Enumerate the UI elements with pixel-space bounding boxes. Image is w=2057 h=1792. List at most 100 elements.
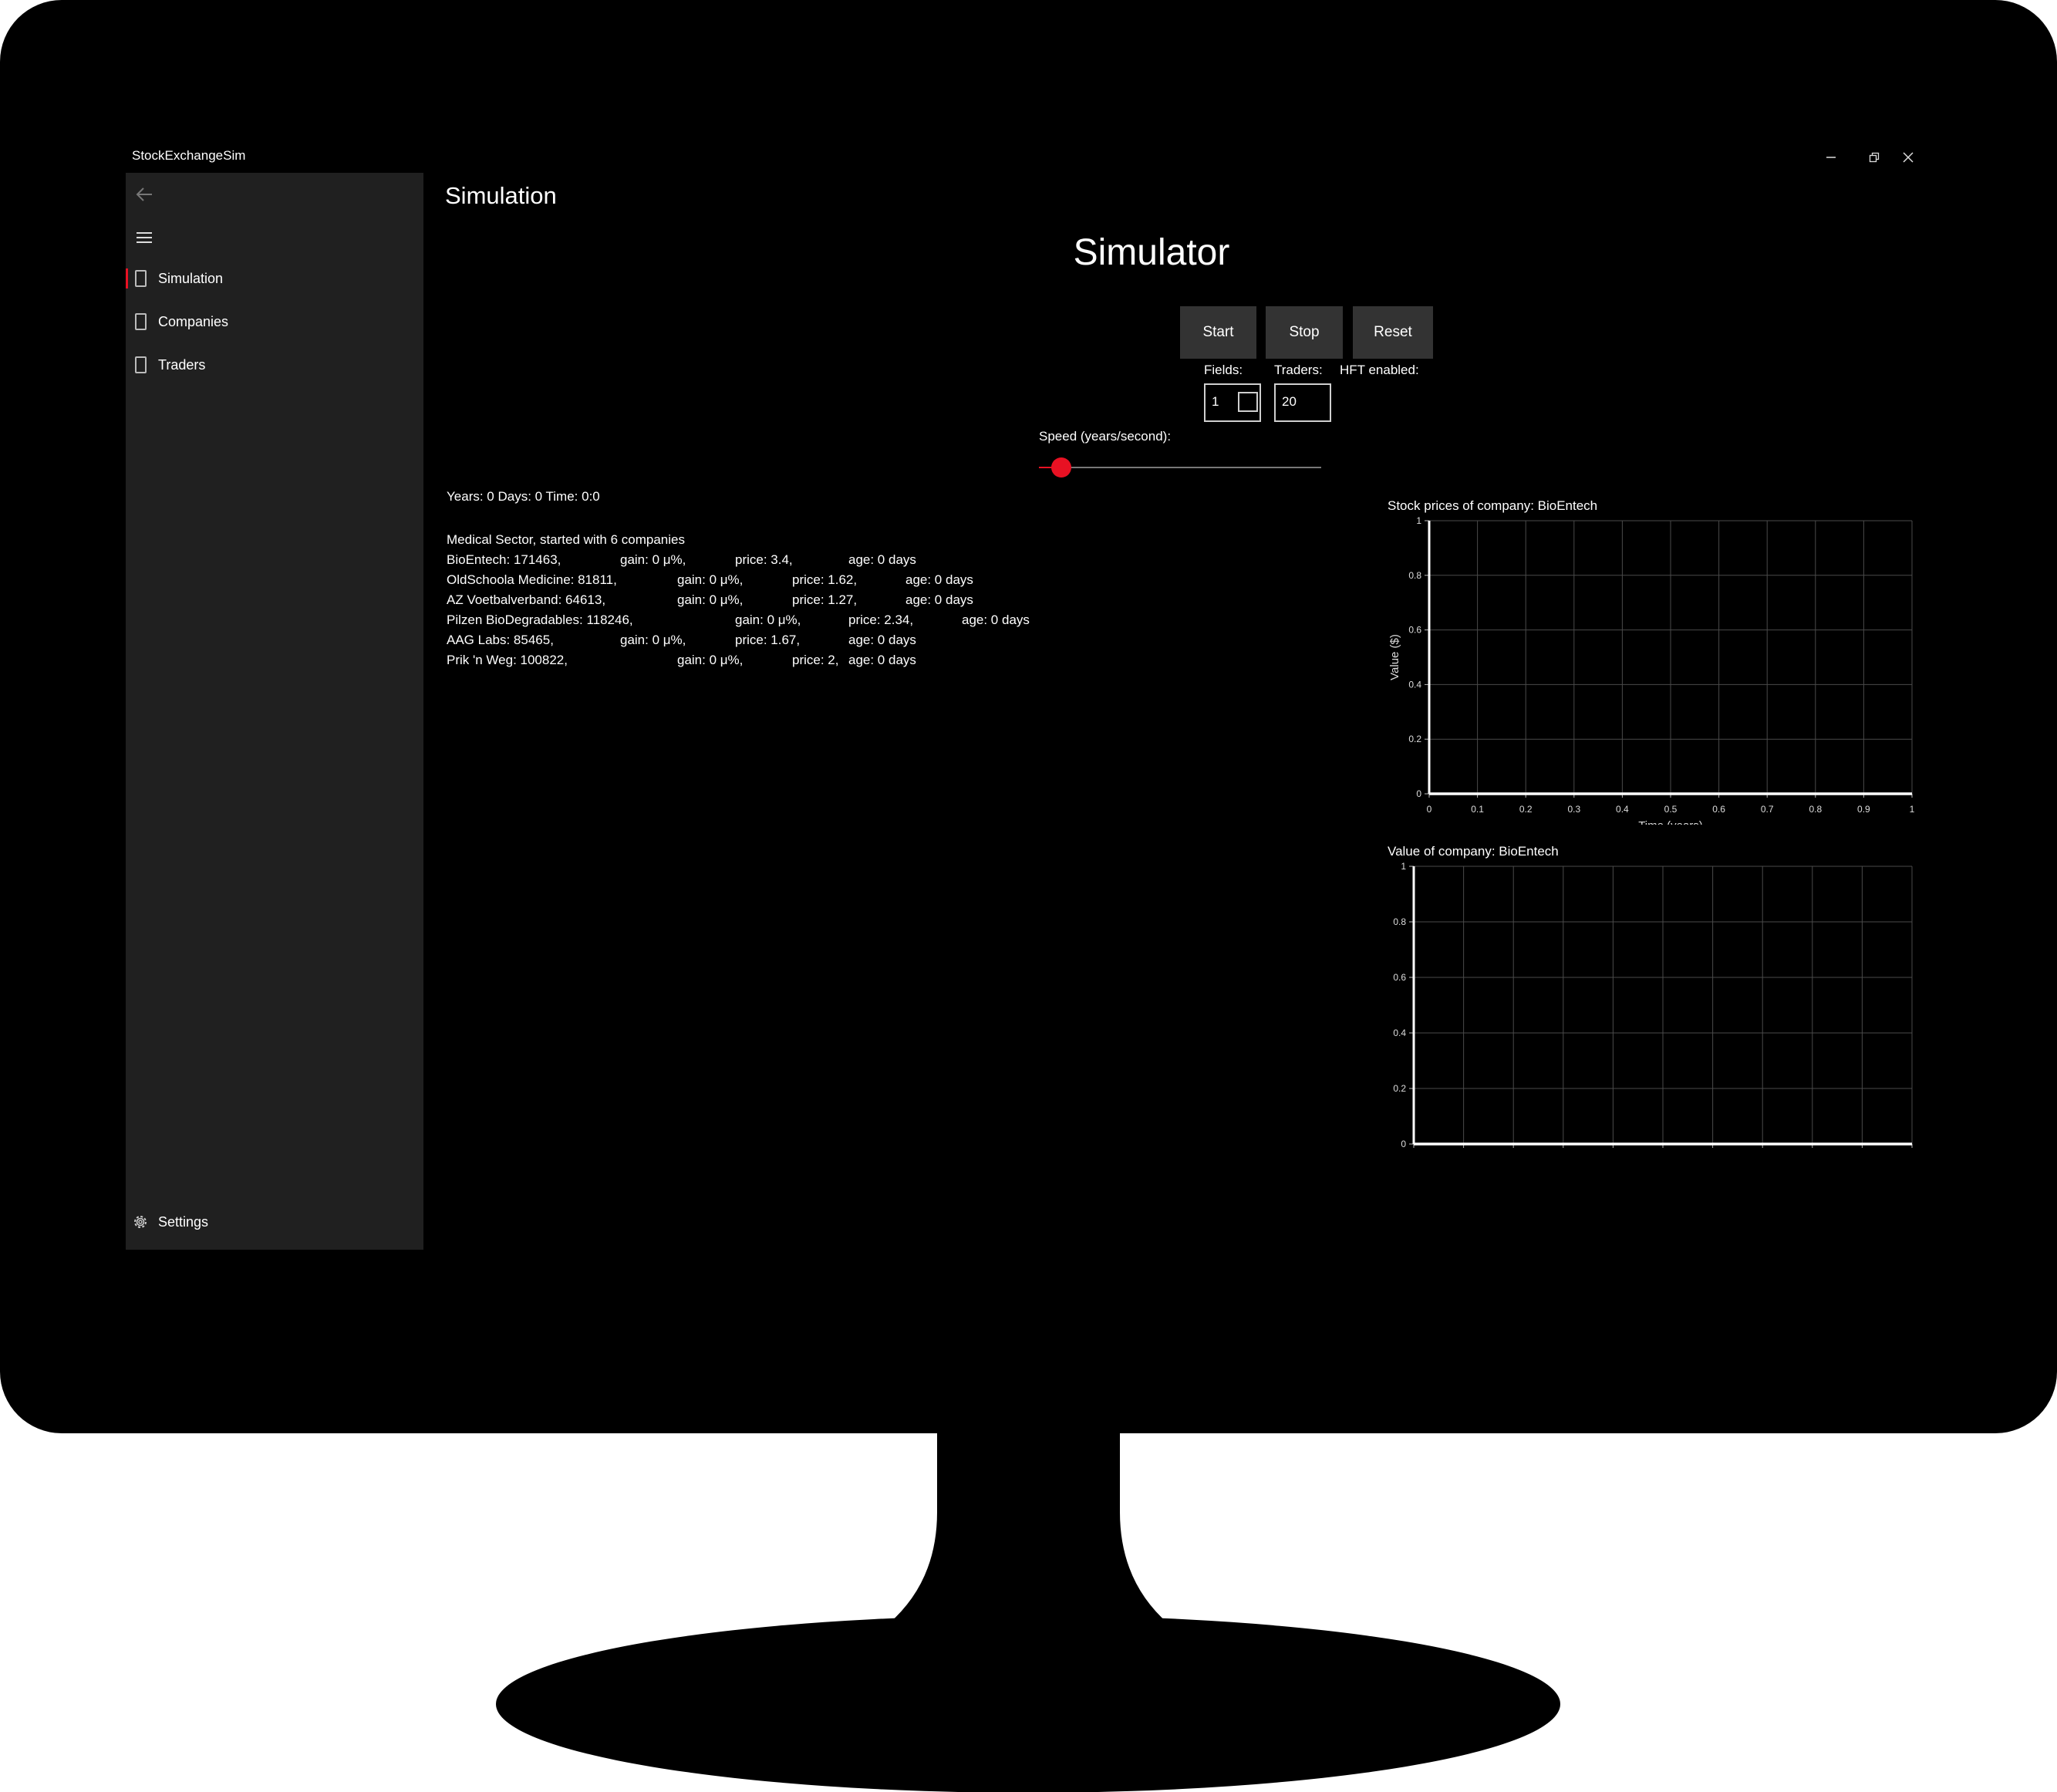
minimize-button[interactable]: [1809, 143, 1853, 171]
hamburger-icon: [137, 232, 152, 243]
company-age: age: 0 days: [848, 633, 916, 647]
minimize-icon: [1826, 157, 1836, 158]
page-title: Simulation: [445, 182, 557, 209]
simulator-heading: Simulator: [1073, 232, 1230, 273]
back-button[interactable]: [130, 181, 158, 208]
start-button[interactable]: Start: [1180, 306, 1256, 359]
x-tick-label: 0.5: [1657, 1154, 1670, 1155]
x-tick-label: 0.7: [1756, 1154, 1769, 1155]
x-tick-label: 0.9: [1857, 804, 1870, 815]
sidebar-item-label: Settings: [158, 1213, 209, 1230]
x-tick-label: 0.9: [1856, 1154, 1869, 1155]
page-icon: [135, 270, 147, 287]
y-tick-label: 0.2: [1393, 1083, 1406, 1094]
time-status: Years: 0 Days: 0 Time: 0:0: [447, 489, 600, 504]
company-gain: gain: 0 μ%,: [677, 592, 744, 607]
company-price: price: 2.34,: [848, 613, 914, 627]
menu-toggle-button[interactable]: [130, 224, 158, 251]
gear-icon: [134, 1216, 147, 1228]
x-tick-label: 0.5: [1664, 804, 1678, 815]
company-gain: gain: 0 μ%,: [677, 572, 744, 587]
x-tick-label: 0.8: [1806, 1154, 1819, 1155]
y-tick-label: 0.6: [1393, 972, 1406, 983]
x-tick-label: 0.3: [1556, 1154, 1570, 1155]
company-name: AZ Voetbalverband: 64613,: [447, 592, 606, 607]
y-tick-label: 1: [1416, 516, 1421, 526]
y-tick-label: 0.6: [1408, 625, 1421, 636]
y-axis-label: Value ($): [1388, 634, 1401, 680]
traders-label: Traders:: [1274, 363, 1323, 377]
company-price: price: 2,: [792, 653, 839, 667]
x-axis-label: Time (years): [1638, 819, 1703, 825]
sidebar-item-companies[interactable]: Companies: [126, 302, 423, 341]
back-arrow-icon: [136, 187, 152, 201]
x-tick-label: 0: [1411, 1154, 1417, 1155]
restore-icon: [1869, 152, 1880, 163]
hft-label: HFT enabled:: [1340, 363, 1419, 377]
fields-label: Fields:: [1204, 363, 1243, 377]
company-age: age: 0 days: [848, 653, 916, 667]
x-tick-label: 0: [1427, 804, 1432, 815]
company-price: price: 1.27,: [792, 592, 858, 607]
sidebar-item-traders[interactable]: Traders: [126, 346, 423, 384]
reset-button[interactable]: Reset: [1353, 306, 1433, 359]
company-name: Prik 'n Weg: 100822,: [447, 653, 568, 667]
company-gain: gain: 0 μ%,: [735, 613, 801, 627]
x-tick-label: 0.7: [1761, 804, 1774, 815]
company-name: AAG Labs: 85465,: [447, 633, 554, 647]
x-tick-label: 0.1: [1471, 804, 1484, 815]
y-tick-label: 0.2: [1408, 734, 1421, 744]
company-price: price: 1.67,: [735, 633, 801, 647]
speed-slider-thumb[interactable]: [1051, 457, 1072, 478]
stock-price-chart-title: Stock prices of company: BioEntech: [1388, 498, 1598, 513]
company-value-chart-title: Value of company: BioEntech: [1388, 844, 1559, 859]
x-tick-label: 0.2: [1507, 1154, 1520, 1155]
monitor-neck: [889, 1427, 1168, 1624]
sidebar-item-label: Simulation: [158, 270, 224, 286]
company-name: BioEntech: 171463,: [447, 552, 561, 567]
x-tick-label: 1: [1910, 1154, 1915, 1155]
y-tick-label: 0.8: [1393, 916, 1406, 927]
x-tick-label: 0.6: [1712, 804, 1725, 815]
app-title: StockExchangeSim: [132, 148, 246, 163]
company-name: Pilzen BioDegradables: 118246,: [447, 613, 633, 627]
y-tick-label: 0.8: [1408, 570, 1421, 581]
page-icon: [135, 356, 147, 373]
close-button[interactable]: [1887, 143, 1930, 171]
y-tick-label: 0.4: [1408, 679, 1421, 690]
x-tick-label: 0.3: [1567, 804, 1580, 815]
selection-indicator: [126, 268, 128, 289]
company-age: age: 0 days: [848, 552, 916, 567]
stop-button[interactable]: Stop: [1266, 306, 1343, 359]
company-price: price: 1.62,: [792, 572, 858, 587]
y-tick-label: 0: [1416, 788, 1421, 799]
speed-slider-track[interactable]: [1039, 467, 1321, 468]
sidebar-item-label: Traders: [158, 356, 206, 373]
company-age: age: 0 days: [905, 592, 973, 607]
company-gain: gain: 0 μ%,: [620, 633, 686, 647]
y-tick-label: 1: [1401, 862, 1406, 872]
sidebar-item-settings[interactable]: Settings: [126, 1203, 423, 1241]
close-icon: [1903, 152, 1914, 163]
x-tick-label: 0.2: [1519, 804, 1533, 815]
sector-header: Medical Sector, started with 6 companies: [447, 532, 685, 547]
y-tick-label: 0.4: [1393, 1028, 1406, 1038]
sidebar-item-simulation[interactable]: Simulation: [126, 259, 423, 298]
company-gain: gain: 0 μ%,: [620, 552, 686, 567]
company-value-chart: 0 0.1 0.2 0.3 0.4 0.5 0.6 0.7 0.8 0.9 1 0 0.2 0.4 0.6 0…: [1393, 862, 1915, 1155]
x-tick-label: 0.4: [1607, 1154, 1620, 1155]
app-window: StockExchangeSim Simulation Companies Tr…: [126, 142, 1930, 1250]
page-icon: [135, 313, 147, 330]
x-tick-label: 0.4: [1616, 804, 1629, 815]
company-price: price: 3.4,: [735, 552, 793, 567]
speed-label: Speed (years/second):: [1039, 429, 1172, 444]
company-gain: gain: 0 μ%,: [677, 653, 744, 667]
x-tick-label: 0.8: [1809, 804, 1822, 815]
title-bar: StockExchangeSim: [126, 142, 1930, 173]
monitor-base: [496, 1615, 1560, 1792]
company-age: age: 0 days: [962, 613, 1030, 627]
traders-input[interactable]: 20: [1274, 383, 1331, 422]
y-tick-label: 0: [1401, 1139, 1406, 1149]
x-tick-label: 0.6: [1706, 1154, 1719, 1155]
hft-checkbox[interactable]: [1238, 392, 1258, 412]
